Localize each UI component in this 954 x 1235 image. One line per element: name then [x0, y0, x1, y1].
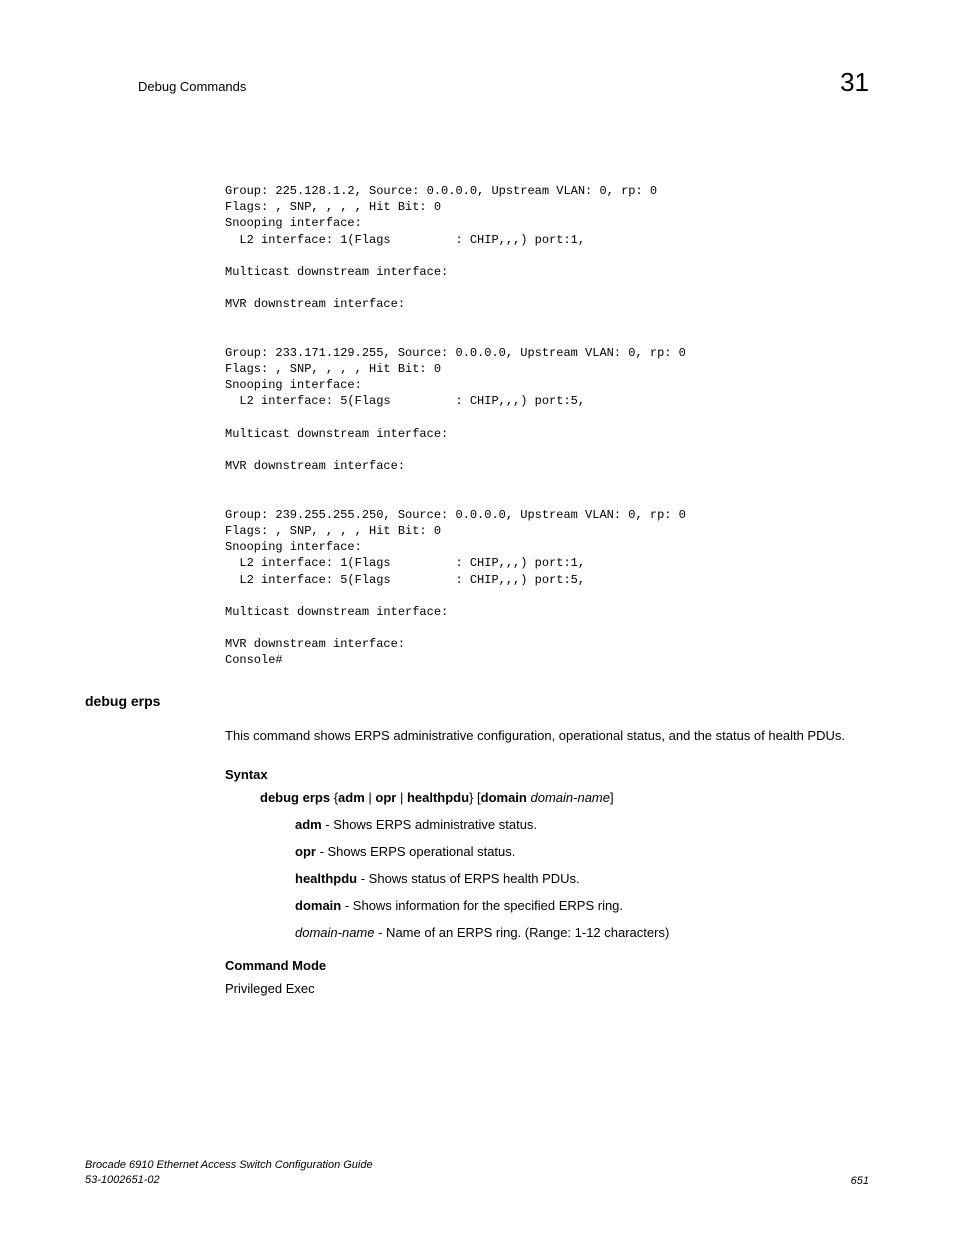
footer-doc-title: Brocade 6910 Ethernet Access Switch Conf…: [85, 1158, 373, 1172]
syntax-cmd: debug erps: [260, 790, 330, 805]
footer-page-number: 651: [851, 1175, 869, 1187]
syntax-brace: {: [330, 790, 338, 805]
param-domainname-name: domain-name: [295, 925, 375, 940]
param-adm: adm - Shows ERPS administrative status.: [295, 817, 869, 832]
terminal-output: Group: 225.128.1.2, Source: 0.0.0.0, Ups…: [225, 183, 869, 669]
param-adm-desc: - Shows ERPS administrative status.: [322, 817, 537, 832]
command-mode-heading: Command Mode: [225, 958, 869, 973]
param-healthpdu-desc: - Shows status of ERPS health PDUs.: [357, 871, 580, 886]
param-domain-name: domain: [295, 898, 341, 913]
syntax-opt-adm: adm: [338, 790, 365, 805]
page-header: Debug Commands 31: [85, 67, 869, 98]
syntax-opt-opr: opr: [375, 790, 396, 805]
param-healthpdu-name: healthpdu: [295, 871, 357, 886]
param-adm-name: adm: [295, 817, 322, 832]
param-opr-name: opr: [295, 844, 316, 859]
header-title: Debug Commands: [85, 79, 246, 94]
syntax-close1: } [: [469, 790, 481, 805]
param-opr-desc: - Shows ERPS operational status.: [316, 844, 515, 859]
syntax-param: domain-name: [531, 790, 611, 805]
param-domain-name-item: domain-name - Name of an ERPS ring. (Ran…: [295, 925, 869, 940]
syntax-opt-domain: domain: [481, 790, 527, 805]
section-title: debug erps: [85, 693, 869, 709]
syntax-opt-healthpdu: healthpdu: [407, 790, 469, 805]
section-description: This command shows ERPS administrative c…: [225, 727, 869, 745]
param-domainname-desc: - Name of an ERPS ring. (Range: 1-12 cha…: [375, 925, 670, 940]
syntax-close2: ]: [610, 790, 614, 805]
footer-left: Brocade 6910 Ethernet Access Switch Conf…: [85, 1158, 373, 1187]
footer-doc-number: 53-1002651-02: [85, 1173, 373, 1187]
syntax-command-line: debug erps {adm | opr | healthpdu} [doma…: [260, 790, 869, 805]
syntax-sep1: |: [365, 790, 376, 805]
chapter-number: 31: [840, 67, 869, 98]
param-healthpdu: healthpdu - Shows status of ERPS health …: [295, 871, 869, 886]
param-domain-desc: - Shows information for the specified ER…: [341, 898, 623, 913]
syntax-sep2: |: [396, 790, 407, 805]
param-opr: opr - Shows ERPS operational status.: [295, 844, 869, 859]
command-mode-value: Privileged Exec: [225, 981, 869, 996]
param-domain: domain - Shows information for the speci…: [295, 898, 869, 913]
page-footer: Brocade 6910 Ethernet Access Switch Conf…: [85, 1158, 869, 1187]
syntax-heading: Syntax: [225, 767, 869, 782]
